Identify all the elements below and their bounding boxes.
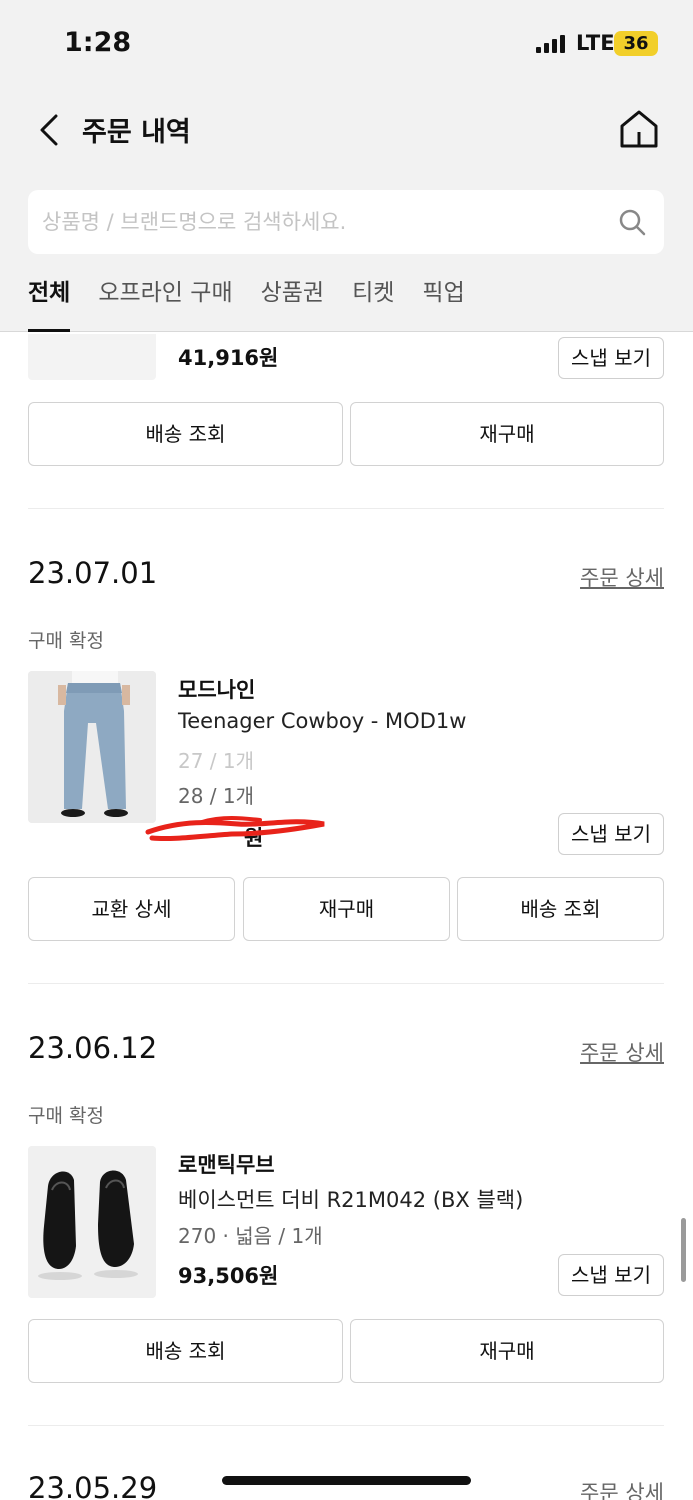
tab-gift-card[interactable]: 상품권 xyxy=(261,270,324,332)
order-date: 23.07.01 xyxy=(28,556,158,590)
product-name[interactable]: Teenager Cowboy - MOD1w xyxy=(178,709,466,733)
product-name[interactable]: 베이스먼트 더비 R21M042 (BX 블랙) xyxy=(178,1184,523,1214)
order-status: 구매 확정 xyxy=(28,630,104,652)
shoes-image xyxy=(28,1146,156,1298)
divider xyxy=(28,508,664,509)
product-thumbnail[interactable] xyxy=(28,334,156,380)
divider xyxy=(28,983,664,984)
tab-offline[interactable]: 오프라인 구매 xyxy=(98,270,232,332)
tab-ticket[interactable]: 티켓 xyxy=(352,270,394,332)
product-brand: 로맨틱무브 xyxy=(178,1153,275,1177)
home-indicator[interactable] xyxy=(222,1476,471,1485)
track-delivery-button[interactable]: 배송 조회 xyxy=(457,877,664,941)
tab-pickup[interactable]: 픽업 xyxy=(422,270,464,332)
snap-view-button[interactable]: 스냅 보기 xyxy=(558,813,664,855)
search-bar xyxy=(28,190,664,254)
home-icon[interactable] xyxy=(618,108,660,150)
redaction-scribble xyxy=(145,816,325,842)
top-bar: 1:28 LTE 36 주문 내역 전체 오프라인 구매 상품권 티켓 픽업 xyxy=(0,0,693,332)
repurchase-button[interactable]: 재구매 xyxy=(350,402,664,466)
product-option: 27 / 1개 xyxy=(178,749,255,773)
order-status: 구매 확정 xyxy=(28,1105,104,1127)
divider xyxy=(28,1425,664,1426)
track-delivery-button[interactable]: 배송 조회 xyxy=(28,1319,343,1383)
status-time: 1:28 xyxy=(64,27,132,58)
snap-view-button[interactable]: 스냅 보기 xyxy=(558,337,664,379)
page-title: 주문 내역 xyxy=(82,117,191,148)
battery-icon: 36 xyxy=(614,31,658,56)
exchange-detail-button[interactable]: 교환 상세 xyxy=(28,877,235,941)
tab-bar: 전체 오프라인 구매 상품권 티켓 픽업 xyxy=(28,270,493,332)
order-detail-link[interactable]: 주문 상세 xyxy=(580,562,664,592)
product-thumbnail[interactable] xyxy=(28,671,156,823)
product-option: 270 · 넓음 / 1개 xyxy=(178,1224,323,1248)
order-date: 23.05.29 xyxy=(28,1471,158,1500)
order-detail-link[interactable]: 주문 상세 xyxy=(580,1477,664,1500)
order-detail-link[interactable]: 주문 상세 xyxy=(580,1037,664,1067)
search-input[interactable] xyxy=(42,190,602,254)
scrollbar[interactable] xyxy=(681,1218,686,1282)
track-delivery-button[interactable]: 배송 조회 xyxy=(28,402,343,466)
order-price: 93,506원 xyxy=(178,1264,279,1288)
repurchase-button[interactable]: 재구매 xyxy=(350,1319,664,1383)
order-date: 23.06.12 xyxy=(28,1031,158,1065)
signal-icon xyxy=(536,35,565,53)
network-label: LTE xyxy=(576,31,615,55)
order-price: 41,916원 xyxy=(178,346,279,370)
repurchase-button[interactable]: 재구매 xyxy=(243,877,450,941)
tab-all[interactable]: 전체 xyxy=(28,270,71,332)
product-thumbnail[interactable] xyxy=(28,1146,156,1298)
product-option: 28 / 1개 xyxy=(178,784,255,808)
snap-view-button[interactable]: 스냅 보기 xyxy=(558,1254,664,1296)
back-icon[interactable] xyxy=(36,110,66,150)
jeans-image xyxy=(28,671,156,823)
search-icon[interactable] xyxy=(618,208,646,236)
product-brand: 모드나인 xyxy=(178,678,256,702)
